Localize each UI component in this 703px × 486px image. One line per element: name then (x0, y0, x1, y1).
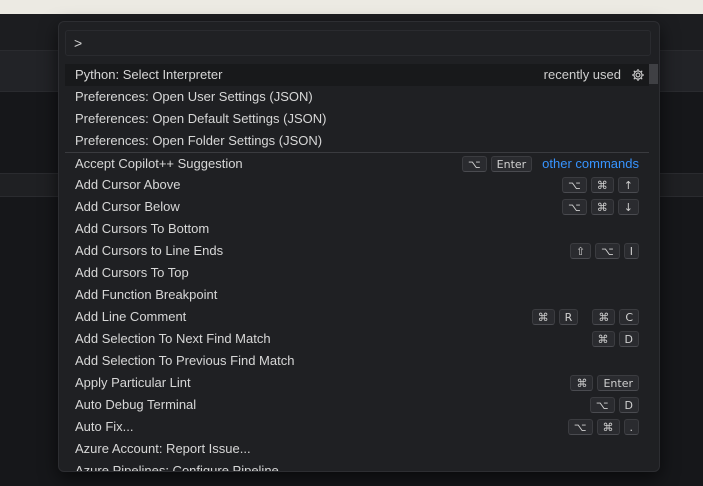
command-item-label: Add Cursors To Top (75, 265, 189, 280)
command-list[interactable]: Python: Select Interpreter recently used P… (65, 64, 649, 471)
command-item-label: Azure Account: Report Issue... (75, 441, 251, 456)
command-item[interactable]: Add Cursor Above ⌥ ⌘ ↑ (65, 174, 649, 196)
keybinding-key: Enter (597, 375, 639, 391)
command-item[interactable]: Add Line Comment ⌘ R ⌘ C (65, 306, 649, 328)
command-item-label: Add Function Breakpoint (75, 287, 218, 302)
command-item[interactable]: Apply Particular Lint ⌘ Enter (65, 372, 649, 394)
command-item-label: Add Selection To Next Find Match (75, 331, 271, 346)
command-item-label: Preferences: Open Default Settings (JSON… (75, 111, 327, 126)
command-item[interactable]: Auto Fix... ⌥ ⌘. (65, 416, 649, 438)
keybinding-key: ⌘ (531, 309, 555, 325)
command-item-label: Add Cursor Above (75, 177, 181, 192)
command-item-right: ⌥ D (589, 394, 639, 416)
command-item[interactable]: Add Cursors to Line Ends ⇧ ⌥ I (65, 240, 649, 262)
keybinding-key: ⌥ (589, 397, 615, 413)
command-item[interactable]: Accept Copilot++ Suggestion ⌥ Enter other c… (65, 152, 649, 174)
command-item[interactable]: Add Selection To Next Find Match ⌘ D (65, 328, 649, 350)
command-item-label: Apply Particular Lint (75, 375, 191, 390)
keybinding-key: ⌥ (562, 177, 587, 193)
command-item-right: ⌥ ⌘ ↓ (562, 196, 639, 218)
recently-used-label: recently used (543, 67, 621, 82)
command-item-label: Azure Pipelines: Configure Pipeline (75, 463, 279, 471)
keybinding-key: ⇧ (569, 243, 592, 259)
command-item-label: Add Cursors to Line Ends (75, 243, 224, 258)
command-item-label: Add Selection To Previous Find Match (75, 353, 295, 368)
keybinding-key: ⌘ (590, 199, 614, 215)
command-item-label: Auto Debug Terminal (75, 397, 197, 412)
command-item-right: recently used (544, 64, 645, 86)
keybinding-key: ⌘ (590, 177, 614, 193)
command-item[interactable]: Add Cursor Below ⌥ ⌘ ↓ (65, 196, 649, 218)
keybinding-key: ↓ (617, 199, 639, 215)
keybinding-key: ⌘ (591, 331, 615, 347)
keybinding-key: ⌥ (595, 243, 620, 259)
command-item[interactable]: Add Selection To Previous Find Match (65, 350, 649, 372)
command-item[interactable]: Preferences: Open User Settings (JSON) (65, 86, 649, 108)
command-input-wrapper (65, 30, 651, 56)
keybinding-key: I (623, 243, 639, 259)
keybinding-key: ⌘ (596, 419, 620, 435)
command-item[interactable]: Add Function Breakpoint (65, 284, 649, 306)
command-item-label: Add Line Comment (75, 309, 187, 324)
command-item-label: Preferences: Open Folder Settings (JSON) (75, 133, 323, 148)
keybinding-key: ⌥ (461, 156, 487, 172)
command-item-label: Python: Select Interpreter (75, 67, 223, 82)
command-item[interactable]: Add Cursors To Top (65, 262, 649, 284)
scrollbar-thumb[interactable] (649, 64, 658, 84)
keybinding-key: ⌘ (570, 375, 594, 391)
keybinding-key: D (618, 397, 639, 413)
command-item[interactable]: Add Cursors To Bottom (65, 218, 649, 240)
gear-icon[interactable] (631, 68, 645, 82)
command-item-right: ⌥ Enter other commands (461, 153, 639, 175)
command-item[interactable]: Azure Account: Report Issue... (65, 438, 649, 460)
command-item-right: ⌥ ⌘ ↑ (562, 174, 639, 196)
command-item-label: Preferences: Open User Settings (JSON) (75, 89, 313, 104)
command-item[interactable]: Auto Debug Terminal ⌥ D (65, 394, 649, 416)
keybinding-key: ⌥ (567, 419, 593, 435)
command-item[interactable]: Python: Select Interpreter recently used (65, 64, 649, 86)
command-input[interactable] (65, 30, 651, 56)
keybinding-key: C (619, 309, 639, 325)
keybinding-key: R (558, 309, 579, 325)
command-item-right: ⌥ ⌘. (567, 416, 639, 438)
other-commands-link[interactable]: other commands (542, 153, 639, 175)
command-item-label: Add Cursors To Bottom (75, 221, 210, 236)
keybinding-key: ↑ (617, 177, 639, 193)
keybinding-key: ⌥ (562, 199, 587, 215)
keybinding-key: Enter (490, 156, 533, 172)
keybinding-key: . (623, 419, 639, 435)
command-item-label: Accept Copilot++ Suggestion (75, 156, 243, 171)
keybinding-key: D (618, 331, 639, 347)
command-item[interactable]: Preferences: Open Default Settings (JSON… (65, 108, 649, 130)
command-item-label: Auto Fix... (75, 419, 134, 434)
command-item[interactable]: Azure Pipelines: Configure Pipeline (65, 460, 649, 471)
window-top-strip (0, 0, 703, 14)
command-item[interactable]: Preferences: Open Folder Settings (JSON) (65, 130, 649, 152)
command-item-right: ⌘ R ⌘ C (531, 306, 639, 328)
keybinding-key: ⌘ (592, 309, 616, 325)
command-item-right: ⌘ D (591, 328, 639, 350)
command-item-right: ⇧ ⌥ I (569, 240, 639, 262)
command-item-right: ⌘ Enter (570, 372, 639, 394)
command-palette: Python: Select Interpreterrecently usedP… (58, 21, 660, 472)
command-item-label: Add Cursor Below (75, 199, 180, 214)
